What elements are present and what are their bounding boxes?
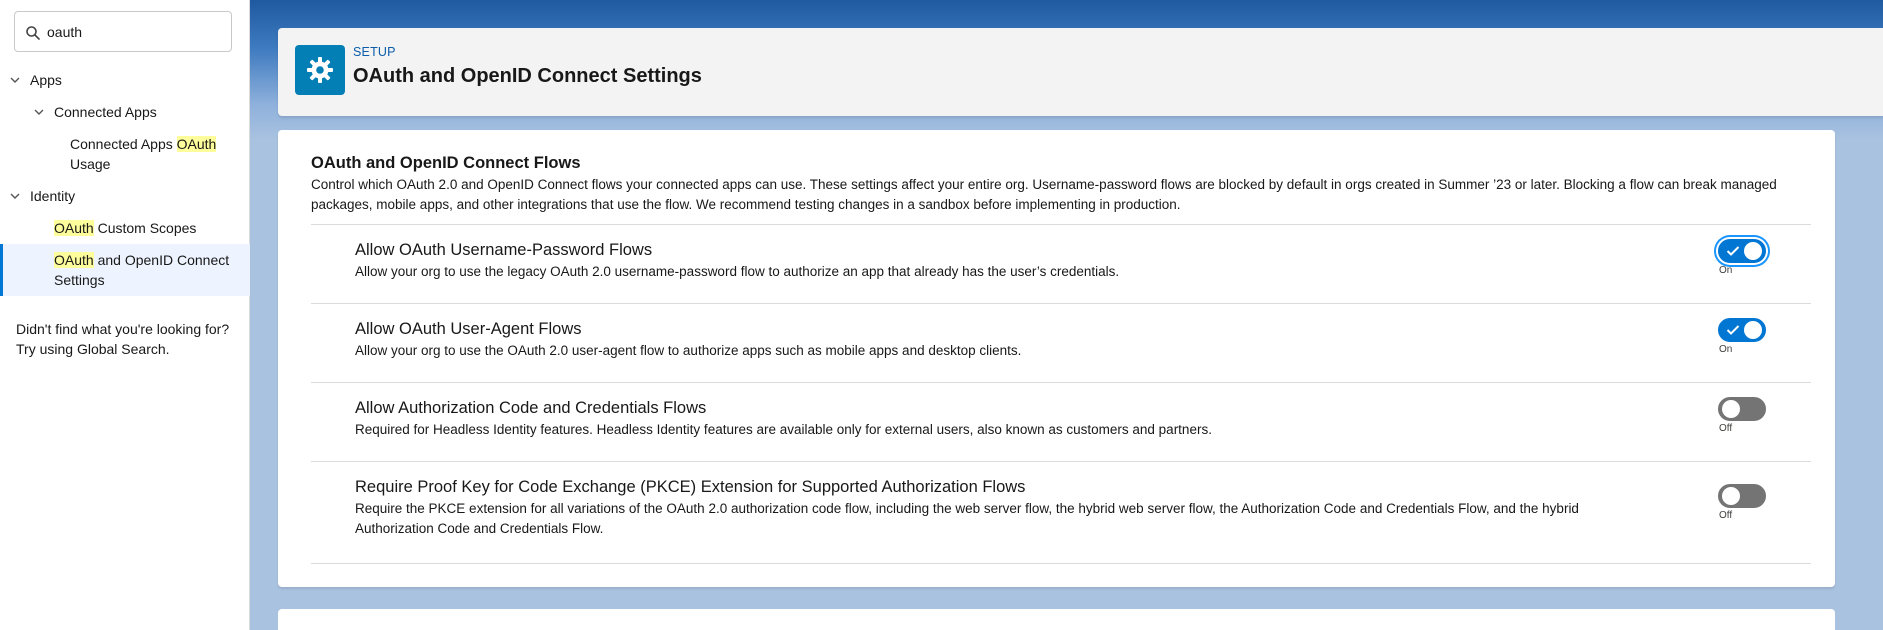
- tree-label-part: Usage: [70, 156, 111, 172]
- check-icon: [1726, 325, 1740, 335]
- tree-node-identity[interactable]: Identity: [0, 180, 250, 212]
- flow-description: Require the PKCE extension for all varia…: [355, 501, 1579, 536]
- toggle-state-label: On: [1719, 265, 1733, 276]
- tree-label: Apps: [30, 72, 62, 88]
- toggle-pkce[interactable]: [1718, 484, 1766, 508]
- flow-title: Require Proof Key for Code Exchange (PKC…: [355, 478, 1026, 496]
- toggle-knob: [1744, 321, 1762, 339]
- flow-description: Required for Headless Identity features.…: [355, 422, 1212, 437]
- toggle-state-label: Off: [1719, 423, 1733, 434]
- flow-setting-auth-code-credentials: Allow Authorization Code and Credentials…: [311, 383, 1811, 462]
- tree-item-oauth-openid-connect-settings[interactable]: OAuth and OpenID Connect Settings: [0, 244, 250, 296]
- toggle-wrap: On: [1718, 318, 1768, 355]
- section-title: OAuth and OpenID Connect Flows: [311, 154, 581, 172]
- page-header: SETUP OAuth and OpenID Connect Settings: [278, 28, 1883, 116]
- toggle-username-password[interactable]: [1718, 239, 1766, 263]
- flow-description: Allow your org to use the OAuth 2.0 user…: [355, 343, 1022, 358]
- search-highlight: OAuth: [54, 220, 94, 236]
- flow-title: Allow Authorization Code and Credentials…: [355, 399, 707, 417]
- flows-list: Allow OAuth Username-Password Flows Allo…: [311, 224, 1811, 564]
- page-eyebrow: SETUP: [353, 45, 396, 59]
- tree-item-oauth-custom-scopes[interactable]: OAuth Custom Scopes: [0, 212, 250, 244]
- chevron-down-icon[interactable]: [9, 74, 21, 86]
- toggle-knob: [1722, 487, 1740, 505]
- search-icon: [26, 26, 40, 40]
- toggle-auth-code-credentials[interactable]: [1718, 397, 1766, 421]
- flow-setting-pkce: Require Proof Key for Code Exchange (PKC…: [311, 462, 1811, 564]
- tree-label: Identity: [30, 188, 76, 204]
- tree-label-part: Custom Scopes: [93, 220, 197, 236]
- toggle-user-agent[interactable]: [1718, 318, 1766, 342]
- chevron-down-icon[interactable]: [9, 190, 21, 202]
- global-search-hint: Didn't find what you're looking for? Try…: [16, 321, 230, 357]
- setup-gear-icon: [295, 45, 345, 95]
- flow-setting-username-password: Allow OAuth Username-Password Flows Allo…: [311, 225, 1811, 304]
- chevron-down-icon[interactable]: [33, 106, 45, 118]
- tree-item-connected-apps-oauth-usage[interactable]: Connected Apps OAuth Usage: [0, 128, 250, 180]
- flow-title: Allow OAuth Username-Password Flows: [355, 241, 653, 259]
- flow-title: Allow OAuth User-Agent Flows: [355, 320, 582, 338]
- setup-tree: Apps Connected Apps Connected Apps OAuth…: [0, 64, 250, 296]
- gear-icon: [307, 57, 333, 83]
- toggle-knob: [1744, 242, 1762, 260]
- section-description: Control which OAuth 2.0 and OpenID Conne…: [311, 177, 1777, 212]
- tree-label-part: Connected Apps: [70, 136, 177, 152]
- page-title: OAuth and OpenID Connect Settings: [353, 65, 702, 87]
- flow-setting-user-agent: Allow OAuth User-Agent Flows Allow your …: [311, 304, 1811, 383]
- search-highlight: OAuth: [54, 252, 94, 268]
- check-icon: [1726, 246, 1740, 256]
- quick-find-input[interactable]: [47, 20, 222, 44]
- setup-sidebar: Apps Connected Apps Connected Apps OAuth…: [0, 0, 250, 630]
- toggle-wrap: Off: [1718, 397, 1768, 434]
- next-card: [278, 609, 1835, 630]
- search-highlight: OAuth: [176, 136, 217, 152]
- toggle-state-label: On: [1719, 344, 1733, 355]
- flow-description: Allow your org to use the legacy OAuth 2…: [355, 264, 1120, 279]
- tree-label: Connected Apps: [54, 104, 157, 120]
- toggle-knob: [1722, 400, 1740, 418]
- quick-find-box[interactable]: [14, 11, 232, 52]
- toggle-wrap: On: [1718, 239, 1768, 276]
- tree-node-apps[interactable]: Apps: [0, 64, 250, 96]
- toggle-state-label: Off: [1719, 510, 1733, 521]
- flows-card: OAuth and OpenID Connect Flows Control w…: [278, 130, 1835, 587]
- toggle-wrap: Off: [1718, 484, 1768, 521]
- tree-node-connected-apps[interactable]: Connected Apps: [0, 96, 250, 128]
